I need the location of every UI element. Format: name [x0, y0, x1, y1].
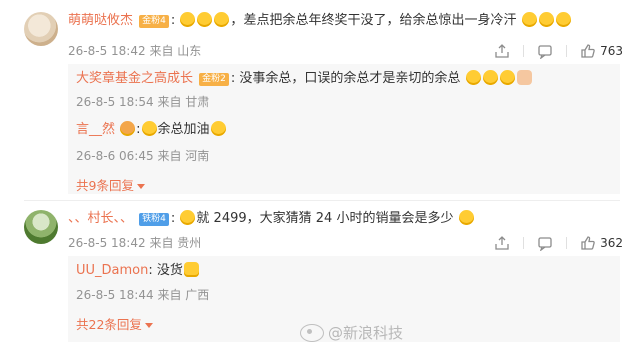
emoji-icon	[482, 70, 498, 85]
share-icon[interactable]	[494, 235, 510, 251]
more-replies-label: 共9条回复	[76, 178, 134, 193]
timestamp: 26-8-5 18:44	[76, 288, 154, 302]
chevron-down-icon	[144, 323, 153, 328]
emoji-icon	[538, 12, 554, 27]
emoji-icon	[458, 210, 474, 225]
reply-meta: 26-8-5 18:54 来自 甘肃	[76, 94, 209, 110]
username[interactable]: 、、村长、、	[68, 211, 133, 226]
reply-body: 大奖章基金之高成长 金粉2: 没事余总，口误的余总才是亲切的余总	[76, 70, 533, 88]
comment-icon[interactable]	[537, 235, 553, 251]
comment-item: 萌萌哒攸杰 金粉4: ，差点把余总年终奖干没了，给余总惊出一身冷汗 26-8-5…	[0, 0, 641, 200]
reply-list: 大奖章基金之高成长 金粉2: 没事余总，口误的余总才是亲切的余总 26-8-5 …	[68, 64, 620, 194]
divider	[566, 45, 568, 57]
reply-body: UU_Damon: 没货	[76, 262, 200, 280]
colon: :	[230, 71, 236, 86]
reply-meta: 26-8-6 06:45 来自 河南	[76, 148, 209, 164]
comment-text: 差点把余总年终奖干没了，给余总惊出一身冷汗	[243, 13, 517, 28]
watermark-text: @新浪科技	[328, 324, 404, 342]
weibo-logo-icon	[300, 323, 324, 342]
emoji-icon	[555, 12, 571, 27]
like-count: 763	[600, 44, 623, 58]
timestamp: 26-8-5 18:42	[68, 44, 146, 58]
share-icon[interactable]	[494, 43, 510, 59]
timestamp: 26-8-6 06:45	[76, 149, 154, 163]
like-icon[interactable]	[580, 43, 596, 59]
watermark: @新浪科技	[300, 322, 403, 343]
username[interactable]: 大奖章基金之高成长	[76, 71, 193, 86]
comment-meta: 26-8-5 18:42 来自 贵州	[68, 235, 201, 251]
emoji-icon	[521, 12, 537, 27]
avatar[interactable]	[24, 210, 58, 244]
avatar[interactable]	[24, 12, 58, 46]
emoji-icon	[499, 70, 515, 85]
reply-meta: 26-8-5 18:44 来自 广西	[76, 287, 209, 303]
emoji-icon	[183, 262, 199, 277]
comment-meta: 26-8-5 18:42 来自 山东	[68, 43, 201, 59]
emoji-icon	[141, 121, 157, 136]
fan-badge: 铁粉4	[139, 213, 169, 226]
comment-actions: 362	[494, 235, 623, 251]
divider	[523, 45, 525, 57]
divider	[523, 237, 525, 249]
location: 来自 河南	[157, 149, 210, 163]
like-count: 362	[600, 236, 623, 250]
colon: :	[170, 211, 176, 226]
comment-body: 萌萌哒攸杰 金粉4: ，差点把余总年终奖干没了，给余总惊出一身冷汗	[68, 12, 572, 30]
username[interactable]: 言__然	[76, 122, 115, 137]
pointing-hand-icon	[180, 210, 196, 225]
username[interactable]: UU_Damon	[76, 263, 148, 278]
emoji-icon	[516, 70, 532, 85]
username[interactable]: 萌萌哒攸杰	[68, 13, 133, 28]
comment-icon[interactable]	[537, 43, 553, 59]
comment-actions: 763	[494, 43, 623, 59]
clap-icon	[210, 121, 226, 136]
timestamp: 26-8-5 18:42	[68, 236, 146, 250]
reply-text: 没货	[156, 263, 183, 278]
more-replies-link[interactable]: 共9条回复	[76, 175, 145, 194]
comment-text: 就 2499，大家猜猜 24 小时的销量会是多少	[196, 211, 454, 226]
more-replies-label: 共22条回复	[76, 317, 142, 332]
emoji-icon	[197, 12, 213, 27]
colon: :	[148, 263, 157, 278]
fan-badge: 金粉2	[199, 73, 229, 86]
reply-text: 没事余总，口误的余总才是亲切的余总	[239, 71, 461, 86]
emoji-icon	[214, 12, 230, 27]
location: 来自 贵州	[149, 236, 202, 250]
reply-text: 余总加油	[157, 122, 210, 137]
reply-body: 言__然 : 余总加油	[76, 121, 227, 139]
location: 来自 甘肃	[157, 95, 210, 109]
emoji-icon	[180, 12, 196, 27]
emoji-icon	[465, 70, 481, 85]
crown-icon	[120, 121, 136, 136]
fan-badge: 金粉4	[139, 15, 169, 28]
like-icon[interactable]	[580, 235, 596, 251]
timestamp: 26-8-5 18:54	[76, 95, 154, 109]
location: 来自 广西	[157, 288, 210, 302]
colon: :	[170, 13, 176, 28]
comment-body: 、、村长、、 铁粉4: 就 2499，大家猜猜 24 小时的销量会是多少	[68, 210, 475, 228]
location: 来自 山东	[149, 44, 202, 58]
more-replies-link[interactable]: 共22条回复	[76, 314, 153, 333]
colon: :	[136, 122, 141, 137]
chevron-down-icon	[136, 184, 145, 189]
divider	[566, 237, 568, 249]
